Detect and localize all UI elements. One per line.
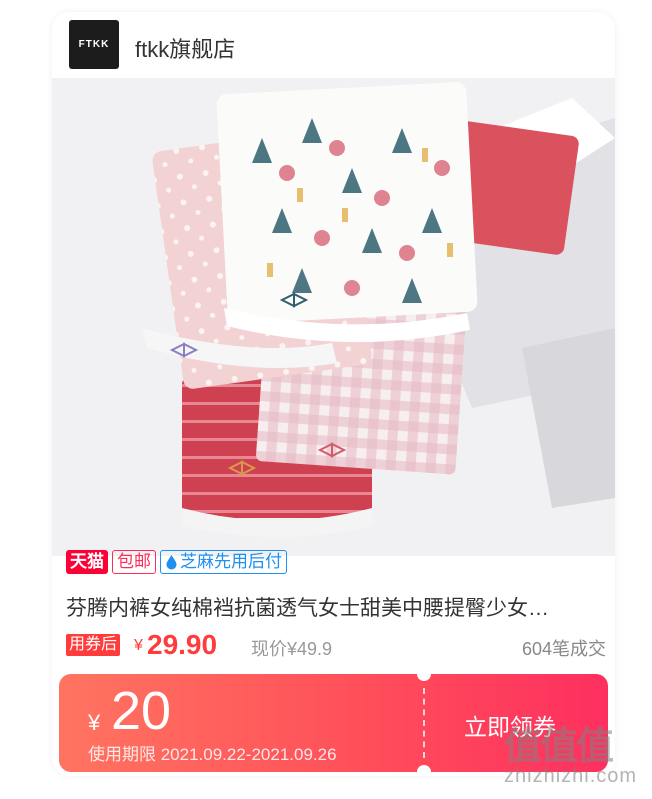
watermark: 值值值 zhizhizhi.com bbox=[504, 715, 644, 799]
shop-name[interactable]: ftkk旗舰店 bbox=[135, 32, 235, 64]
product-title[interactable]: 芬腾内裤女纯棉裆抗菌透气女士甜美中腰提臀少女… bbox=[66, 592, 606, 622]
water-drop-icon bbox=[166, 555, 177, 570]
watermark-url: zhizhizhi.com bbox=[504, 765, 638, 787]
coupon-notch-top bbox=[417, 674, 431, 681]
coupon-amount: 20 bbox=[111, 681, 172, 741]
product-photo-icon bbox=[52, 78, 615, 556]
zhima-label: 芝麻先用后付 bbox=[180, 552, 282, 571]
zhima-badge: 芝麻先用后付 bbox=[160, 550, 287, 574]
coupon-price-label: 用券后 bbox=[66, 634, 121, 656]
original-price: 现价¥49.9 bbox=[251, 639, 333, 659]
price: 29.90 bbox=[147, 629, 218, 660]
coupon-notch-bottom bbox=[417, 765, 431, 772]
coupon-currency: ¥ bbox=[88, 710, 101, 735]
product-tags: 天猫 包邮 芝麻先用后付 bbox=[66, 550, 287, 576]
shop-logo[interactable]: FTKK bbox=[69, 20, 119, 69]
product-image[interactable] bbox=[52, 78, 615, 556]
tmall-badge: 天猫 bbox=[66, 550, 108, 574]
watermark-logo: 值值值 bbox=[504, 726, 614, 768]
sales-count: 604笔成交 bbox=[521, 639, 606, 659]
shop-header[interactable]: FTKK ftkk旗舰店 bbox=[52, 12, 615, 78]
currency-symbol: ¥ bbox=[134, 637, 143, 654]
product-card[interactable]: FTKK ftkk旗舰店 天猫 包邮 芝麻先用后付 芬腾内裤女纯棉裆抗菌透气女士… bbox=[52, 12, 615, 776]
price-row: 用券后 ¥ 29.90 现价¥49.9 604笔成交 bbox=[66, 629, 606, 661]
free-shipping-badge: 包邮 bbox=[112, 550, 156, 574]
coupon-divider bbox=[423, 688, 425, 758]
coupon-validity: 使用期限 2021.09.22-2021.09.26 bbox=[88, 745, 337, 764]
